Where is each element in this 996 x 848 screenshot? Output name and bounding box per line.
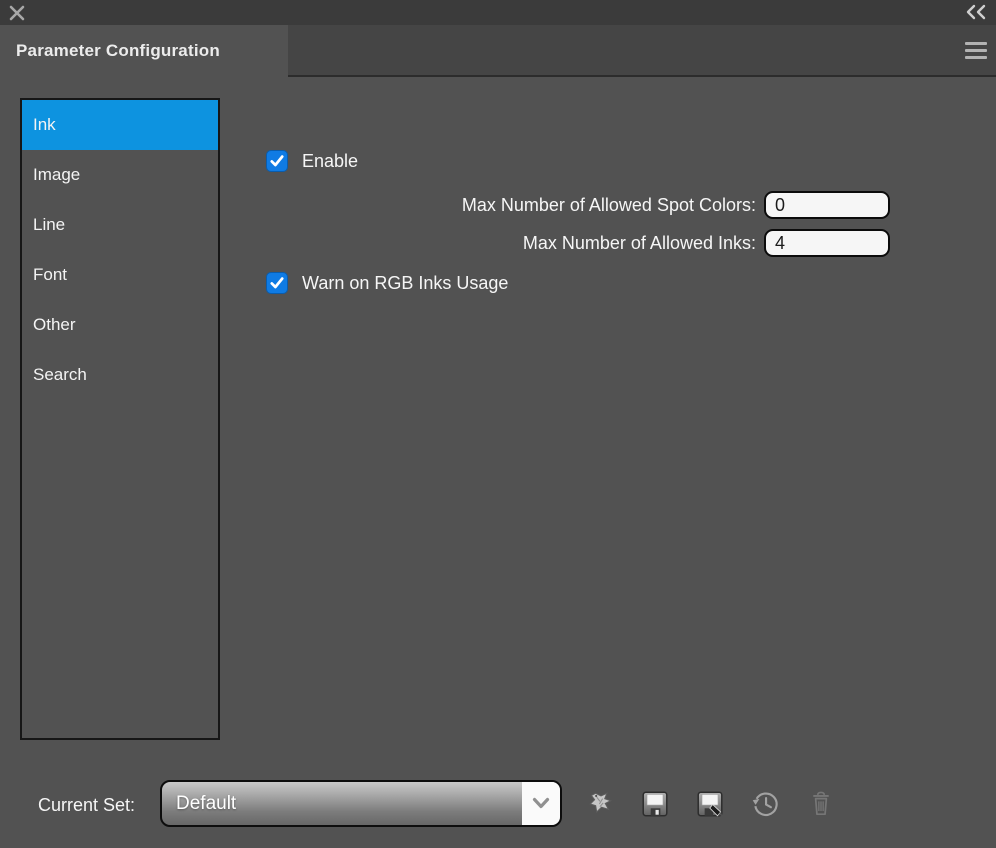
max-inks-input[interactable] (764, 229, 890, 257)
save-set-icon[interactable] (640, 789, 670, 819)
crumpled-paper-icon[interactable] (586, 789, 616, 819)
sidebar-item-ink[interactable]: Ink (22, 100, 218, 150)
category-list: Ink Image Line Font Other Search (20, 98, 220, 740)
tabstrip-divider (288, 75, 996, 77)
enable-label: Enable (302, 150, 358, 172)
chevron-down-icon (532, 797, 550, 810)
sidebar-item-other[interactable]: Other (22, 300, 218, 350)
current-set-label: Current Set: (38, 795, 135, 816)
max-inks-label: Max Number of Allowed Inks: (300, 233, 756, 254)
sidebar-item-line[interactable]: Line (22, 200, 218, 250)
tab-parameter-configuration[interactable]: Parameter Configuration (0, 25, 288, 77)
dropdown-button[interactable] (522, 782, 560, 825)
menu-bar (965, 56, 987, 59)
menu-bar (965, 49, 987, 52)
checkmark-icon (269, 275, 285, 291)
current-set-dropdown[interactable]: Default (160, 780, 562, 827)
save-set-as-icon[interactable] (695, 789, 725, 819)
tabstrip-background (288, 25, 996, 75)
sidebar-item-image[interactable]: Image (22, 150, 218, 200)
max-spot-colors-label: Max Number of Allowed Spot Colors: (300, 195, 756, 216)
max-spot-colors-input[interactable] (764, 191, 890, 219)
sidebar-item-font[interactable]: Font (22, 250, 218, 300)
delete-set-trash-icon[interactable] (806, 789, 836, 819)
close-icon[interactable] (8, 4, 26, 22)
warn-rgb-label: Warn on RGB Inks Usage (302, 272, 508, 294)
window-titlebar (0, 0, 996, 25)
collapse-double-chevron-icon[interactable] (964, 3, 988, 21)
warn-rgb-checkbox[interactable] (266, 272, 288, 294)
checkmark-icon (269, 153, 285, 169)
parameter-configuration-panel: Parameter Configuration Ink Image Line F… (0, 0, 996, 848)
panel-menu-icon[interactable] (965, 42, 987, 59)
tab-title: Parameter Configuration (16, 41, 220, 61)
current-set-value: Default (162, 782, 522, 825)
sidebar-item-search[interactable]: Search (22, 350, 218, 400)
enable-checkbox[interactable] (266, 150, 288, 172)
menu-bar (965, 42, 987, 45)
history-icon[interactable] (750, 789, 780, 819)
